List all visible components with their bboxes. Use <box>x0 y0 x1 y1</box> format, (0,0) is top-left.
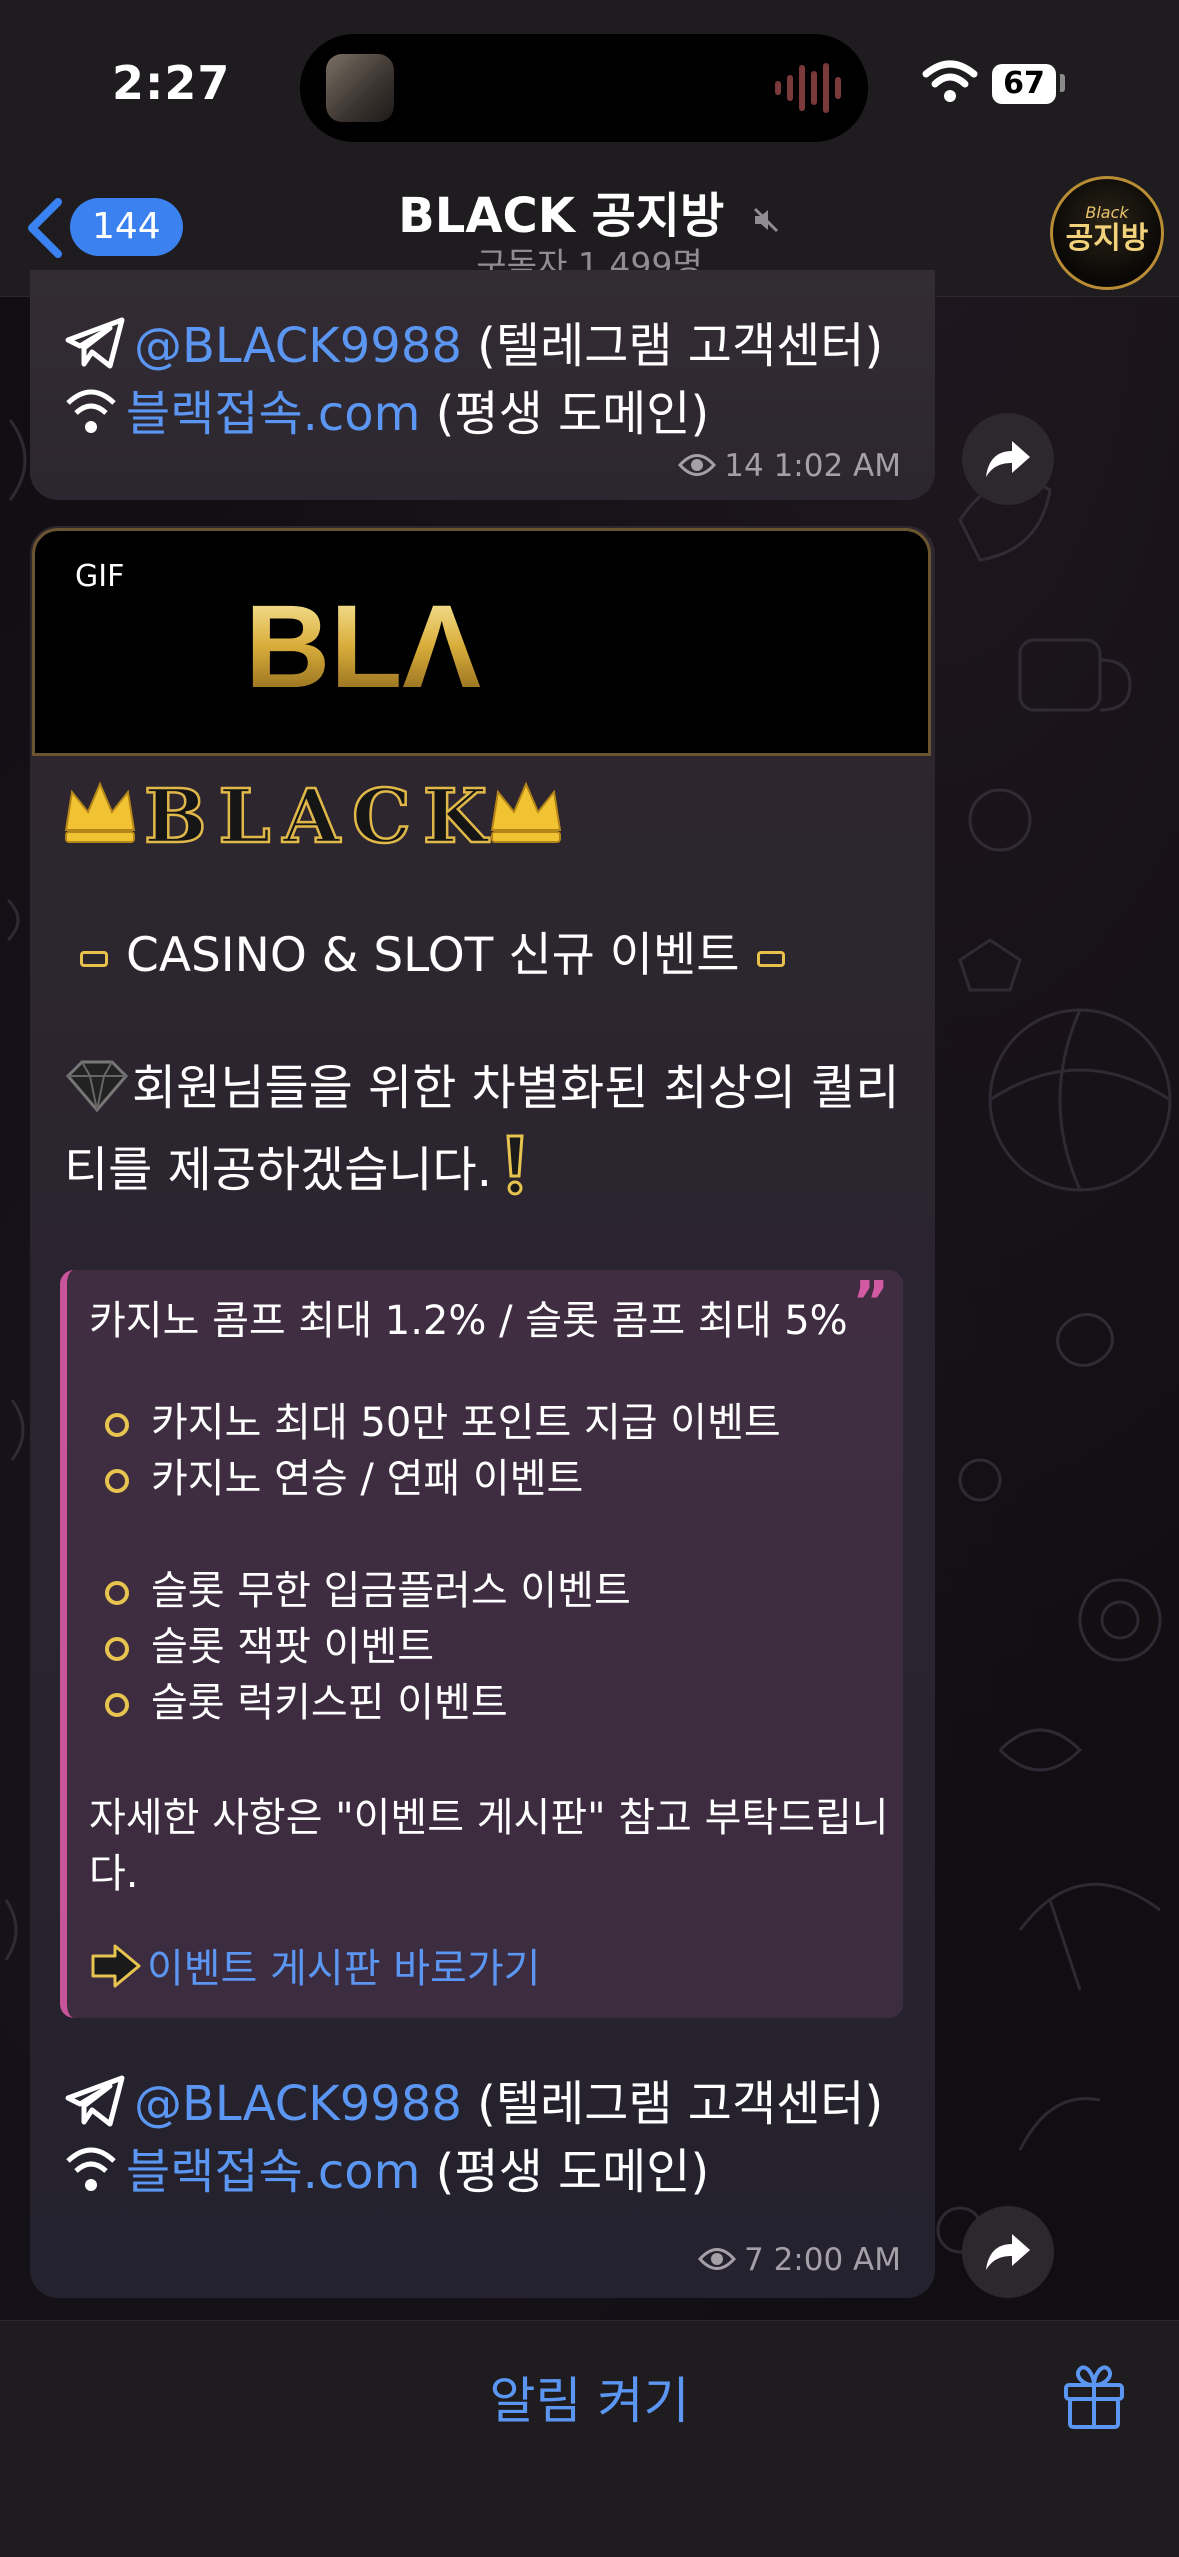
bullet-icon <box>105 1581 129 1605</box>
quote-mark-icon: ” <box>852 1270 889 1335</box>
bullet-icon <box>105 1637 129 1661</box>
view-count: 14 <box>724 448 764 484</box>
event-title-text: CASINO & SLOT 신규 이벤트 <box>126 928 740 983</box>
now-playing-thumbnail <box>326 54 394 122</box>
message-meta: 7 2:00 AM <box>697 2242 901 2280</box>
domain-line: 블랙접속.com (평생 도메인) <box>64 374 709 449</box>
message-time: 2:00 AM <box>773 2242 901 2278</box>
contact-line: @BLACK9988 (텔레그램 고객센터) <box>64 2064 883 2140</box>
event-list-item: 슬롯 무한 입금플러스 이벤트 <box>105 1558 631 1616</box>
share-button[interactable] <box>962 413 1054 505</box>
chat-header: 2:27 67 144 BLACK 공지방 구독자 1,499명 Black 공… <box>0 0 1179 297</box>
contact-desc: (텔레그램 고객센터) <box>461 2076 884 2132</box>
channel-title-text: BLACK 공지방 <box>398 188 725 244</box>
notifications-on-button[interactable]: 알림 켜기 <box>0 2361 1179 2433</box>
wifi-signal-icon <box>64 385 118 449</box>
status-time: 2:27 <box>112 56 231 110</box>
message-meta: 14 1:02 AM <box>678 448 901 486</box>
event-title: CASINO & SLOT 신규 이벤트 <box>80 916 786 985</box>
event-list-item: 카지노 최대 50만 포인트 지급 이벤트 <box>105 1390 781 1448</box>
domain-desc: (평생 도메인) <box>420 386 710 442</box>
gif-logo-art: BLΛ <box>245 581 481 713</box>
comp-rate-text: 카지노 콤프 최대 1.2% / 슬롯 콤프 최대 5% <box>89 1298 848 1344</box>
bottom-bar: 알림 켜기 <box>0 2320 1179 2557</box>
wifi-icon <box>922 60 978 102</box>
intro-body: 회원님들을 위한 차별화된 최상의 퀄리티를 제공하겠습니다. <box>64 1060 900 1198</box>
event-board-link-text[interactable]: 이벤트 게시판 바로가기 <box>147 1946 540 1992</box>
avatar-top-text: Black <box>1085 203 1129 222</box>
bullet-icon <box>105 1469 129 1493</box>
wifi-signal-icon <box>64 2143 118 2207</box>
gif-logo-text: BLΛ <box>245 581 481 713</box>
share-button[interactable] <box>962 2206 1054 2298</box>
domain-link[interactable]: 블랙접속.com <box>126 2144 420 2200</box>
gif-attachment[interactable]: GIF BLΛ <box>32 528 931 756</box>
views-eye-icon <box>678 450 717 486</box>
battery-indicator: 67 <box>992 64 1056 104</box>
telegram-handle-link[interactable]: @BLACK9988 <box>134 318 462 374</box>
bullet-icon <box>105 1693 129 1717</box>
diamond-icon <box>64 1058 130 1132</box>
event-list-item: 카지노 연승 / 연패 이벤트 <box>105 1446 583 1504</box>
domain-link[interactable]: 블랙접속.com <box>126 386 420 442</box>
battery-nub <box>1060 74 1065 92</box>
bullet-icon <box>105 1413 129 1437</box>
domain-line: 블랙접속.com (평생 도메인) <box>64 2132 709 2207</box>
message-time: 1:02 AM <box>773 448 901 484</box>
event-list-item: 슬롯 잭팟 이벤트 <box>105 1614 434 1672</box>
event-quote-block: ” 카지노 콤프 최대 1.2% / 슬롯 콤프 최대 5% 카지노 최대 50… <box>60 1270 903 2018</box>
dynamic-island <box>300 34 868 142</box>
telegram-handle-link[interactable]: @BLACK9988 <box>134 2076 462 2132</box>
right-arrow-icon <box>89 1942 143 2000</box>
telegram-plane-icon <box>64 2074 126 2140</box>
event-item-text: 슬롯 럭키스핀 이벤트 <box>151 1680 508 1726</box>
contact-desc: (텔레그램 고객센터) <box>461 318 884 374</box>
gift-icon[interactable] <box>1060 2361 1128 2431</box>
audio-wave-icon <box>775 63 841 113</box>
crown-icon <box>490 781 562 843</box>
brand-row: BLACK <box>60 766 580 861</box>
forward-arrow-icon <box>986 2234 1030 2270</box>
event-note-text: 자세한 사항은 "이벤트 게시판" 참고 부탁드립니다. <box>89 1795 889 1897</box>
gif-label: GIF <box>75 559 125 594</box>
title-bar-icon <box>757 950 786 967</box>
channel-avatar[interactable]: Black 공지방 <box>1050 176 1164 290</box>
telegram-plane-icon <box>64 316 126 382</box>
contact-line: @BLACK9988 (텔레그램 고객센터) <box>64 306 883 382</box>
event-item-text: 카지노 최대 50만 포인트 지급 이벤트 <box>151 1400 781 1446</box>
message-bubble[interactable]: GIF BLΛ BLACK CASINO & SLOT 신규 이벤트 회원님들을… <box>30 526 935 2298</box>
view-count: 7 <box>743 2242 764 2278</box>
event-item-text: 슬롯 잭팟 이벤트 <box>151 1624 435 1670</box>
event-board-link[interactable]: 이벤트 게시판 바로가기 <box>89 1936 540 2000</box>
exclamation-icon <box>500 1132 530 1216</box>
event-list-item: 슬롯 럭키스핀 이벤트 <box>105 1670 508 1728</box>
intro-text: 회원님들을 위한 차별화된 최상의 퀄리티를 제공하겠습니다. <box>64 1054 924 1216</box>
channel-title[interactable]: BLACK 공지방 <box>0 176 1179 247</box>
event-item-text: 카지노 연승 / 연패 이벤트 <box>151 1456 584 1502</box>
title-bar-icon <box>80 950 108 967</box>
message-bubble[interactable]: @BLACK9988 (텔레그램 고객센터) 블랙접속.com (평생 도메인)… <box>30 270 935 500</box>
crown-icon <box>64 781 136 843</box>
brand-text: BLACK <box>144 774 499 856</box>
forward-arrow-icon <box>986 441 1030 477</box>
views-eye-icon <box>697 2244 736 2280</box>
avatar-main-text: 공지방 <box>1065 221 1149 256</box>
event-item-text: 슬롯 무한 입금플러스 이벤트 <box>151 1568 631 1614</box>
domain-desc: (평생 도메인) <box>420 2144 710 2200</box>
